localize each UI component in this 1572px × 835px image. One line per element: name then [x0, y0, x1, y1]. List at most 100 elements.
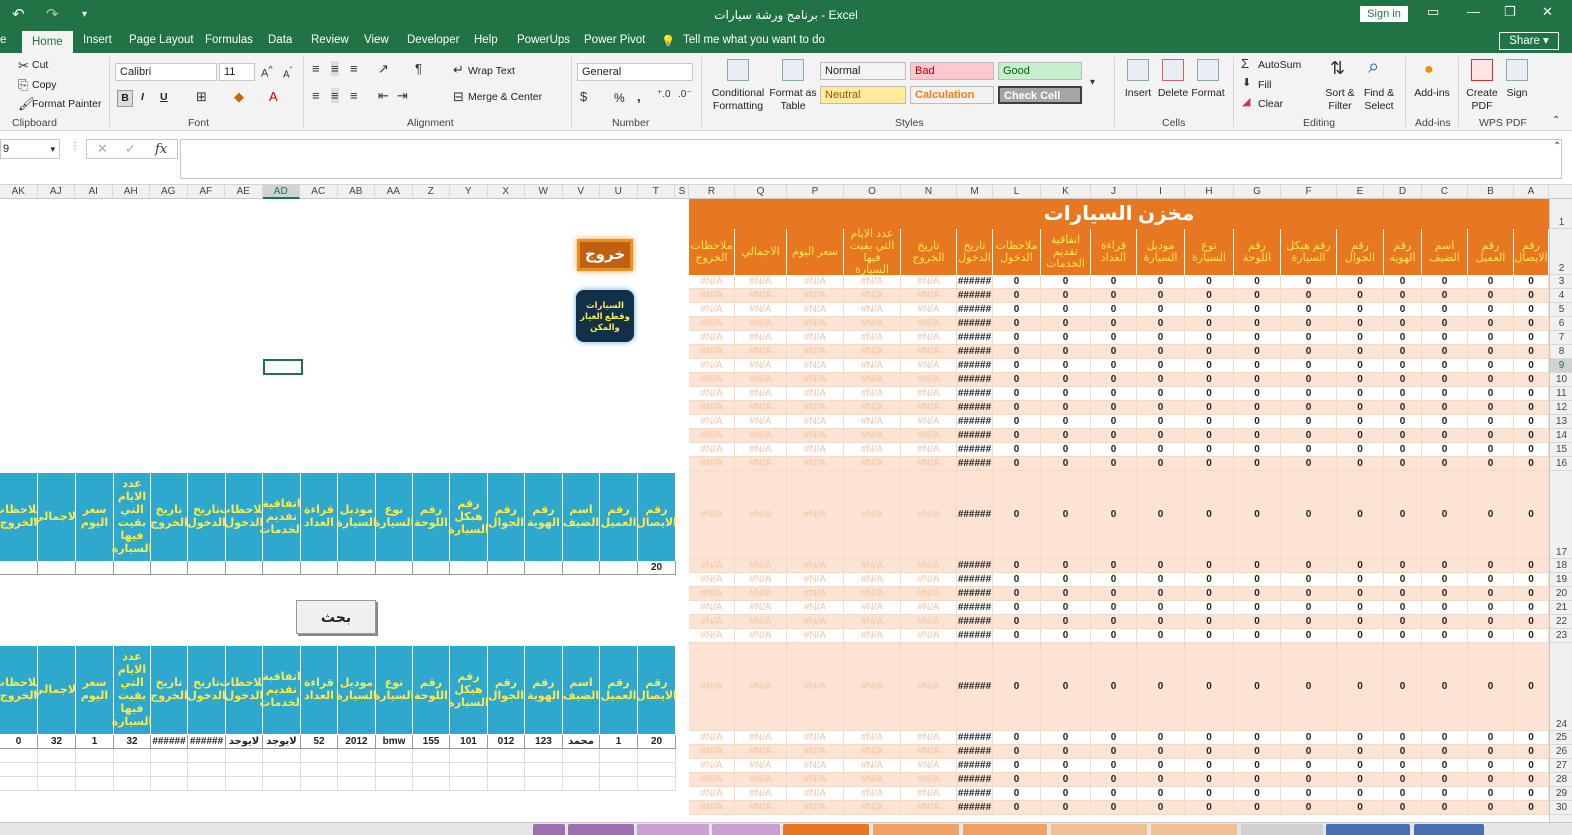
right-table-cell[interactable]: 0 — [1468, 331, 1514, 345]
left-table-cell[interactable] — [188, 763, 226, 777]
left-table-cell[interactable]: 101 — [450, 735, 488, 749]
left-table-cell[interactable] — [413, 561, 450, 575]
right-table-cell[interactable]: ###### — [957, 587, 993, 601]
left-table-cell[interactable] — [114, 561, 151, 575]
right-table-cell[interactable]: #N/A — [689, 629, 735, 643]
right-table-cell[interactable]: 0 — [1337, 303, 1384, 317]
right-table-cell[interactable]: 0 — [993, 401, 1041, 415]
right-table-cell[interactable]: 0 — [1185, 415, 1234, 429]
right-table-cell[interactable]: 0 — [1091, 317, 1137, 331]
row-header[interactable]: 3 — [1550, 275, 1572, 289]
right-table-cell[interactable]: #N/A — [787, 801, 844, 815]
right-table-cell[interactable]: #N/A — [735, 457, 787, 471]
right-table-cell[interactable]: 0 — [1281, 731, 1337, 745]
right-table-cell[interactable]: ###### — [957, 773, 993, 787]
right-table-cell[interactable]: #N/A — [735, 317, 787, 331]
decrease-decimal-icon[interactable]: .0⁻ — [678, 89, 692, 100]
right-table-cell[interactable]: #N/A — [689, 787, 735, 801]
right-table-cell[interactable]: #N/A — [689, 275, 735, 289]
left-table-cell[interactable] — [563, 763, 600, 777]
right-table-cell[interactable]: ###### — [957, 359, 993, 373]
right-table-cell[interactable]: 0 — [1281, 615, 1337, 629]
formula-input[interactable] — [180, 139, 1562, 179]
right-table-cell[interactable]: #N/A — [787, 773, 844, 787]
right-table-cell[interactable]: ###### — [957, 401, 993, 415]
right-table-cell[interactable]: 0 — [1137, 471, 1185, 559]
left-table-cell[interactable] — [413, 749, 450, 763]
right-table-cell[interactable]: #N/A — [901, 303, 957, 317]
right-table-cell[interactable]: 0 — [993, 787, 1041, 801]
right-table-cell[interactable]: #N/A — [901, 275, 957, 289]
right-table-cell[interactable]: 0 — [1422, 801, 1468, 815]
right-table-cell[interactable]: #N/A — [844, 373, 901, 387]
align-middle-icon[interactable]: ≡ — [331, 61, 339, 76]
right-table-cell[interactable]: 0 — [1281, 643, 1337, 731]
right-table-cell[interactable]: 0 — [993, 773, 1041, 787]
right-table-cell[interactable]: 0 — [1514, 303, 1549, 317]
right-table-cell[interactable]: 0 — [1234, 331, 1281, 345]
right-table-cell[interactable]: #N/A — [689, 471, 735, 559]
left-table-cell[interactable] — [563, 561, 600, 575]
right-table-cell[interactable]: #N/A — [787, 387, 844, 401]
column-header[interactable]: S — [676, 185, 689, 199]
column-header[interactable]: J — [1091, 185, 1137, 199]
right-table-cell[interactable]: 0 — [993, 443, 1041, 457]
right-table-cell[interactable]: 0 — [1091, 573, 1137, 587]
right-table-cell[interactable]: ###### — [957, 303, 993, 317]
right-table-cell[interactable]: 0 — [1337, 471, 1384, 559]
left-table-cell[interactable] — [488, 763, 525, 777]
right-table-cell[interactable]: #N/A — [901, 387, 957, 401]
left-table-cell[interactable] — [151, 777, 188, 791]
right-table-cell[interactable]: 0 — [1041, 745, 1091, 759]
right-table-cell[interactable]: 0 — [1091, 731, 1137, 745]
delete-cells-button[interactable]: Delete — [1153, 87, 1193, 100]
right-table-cell[interactable]: #N/A — [689, 643, 735, 731]
column-header[interactable]: M — [957, 185, 993, 199]
right-table-cell[interactable]: 0 — [1422, 275, 1468, 289]
right-table-cell[interactable]: 0 — [1337, 387, 1384, 401]
column-header[interactable]: I — [1137, 185, 1185, 199]
right-table-cell[interactable]: 0 — [1337, 787, 1384, 801]
right-table-cell[interactable]: 0 — [1137, 773, 1185, 787]
right-table-cell[interactable]: 0 — [1041, 303, 1091, 317]
column-header[interactable]: AG — [150, 185, 188, 199]
left-table-cell[interactable] — [450, 561, 488, 575]
right-table-cell[interactable]: #N/A — [844, 643, 901, 731]
right-table-cell[interactable]: 0 — [1281, 275, 1337, 289]
right-table-cell[interactable]: #N/A — [844, 275, 901, 289]
right-table-cell[interactable]: 0 — [1281, 289, 1337, 303]
right-table-cell[interactable]: 0 — [1384, 429, 1422, 443]
row-header[interactable]: 27 — [1550, 759, 1572, 773]
right-table-cell[interactable]: #N/A — [689, 615, 735, 629]
style-calculation[interactable]: Calculation — [910, 86, 994, 104]
right-table-cell[interactable]: #N/A — [844, 601, 901, 615]
right-table-cell[interactable]: #N/A — [787, 759, 844, 773]
right-table-cell[interactable]: #N/A — [735, 601, 787, 615]
right-table-cell[interactable]: 0 — [1337, 745, 1384, 759]
right-table-cell[interactable]: #N/A — [735, 415, 787, 429]
increase-indent-icon[interactable]: ⇥ — [397, 88, 408, 104]
right-table-cell[interactable]: 0 — [993, 573, 1041, 587]
row-header[interactable]: 24 — [1550, 643, 1572, 731]
row-header[interactable]: 2 — [1550, 229, 1572, 275]
right-table-cell[interactable]: #N/A — [689, 601, 735, 615]
right-table-cell[interactable]: 0 — [1234, 345, 1281, 359]
right-table-cell[interactable]: 0 — [1234, 289, 1281, 303]
right-table-cell[interactable]: 0 — [1234, 773, 1281, 787]
column-header[interactable]: Y — [450, 185, 488, 199]
right-table-cell[interactable]: 0 — [993, 317, 1041, 331]
row-header[interactable]: 28 — [1550, 773, 1572, 787]
left-table-cell[interactable] — [263, 561, 301, 575]
right-table-cell[interactable]: #N/A — [735, 615, 787, 629]
sheet-tab[interactable] — [1326, 824, 1410, 835]
right-table-cell[interactable]: 0 — [1041, 345, 1091, 359]
right-table-cell[interactable]: 0 — [1137, 303, 1185, 317]
right-table-cell[interactable]: 0 — [1041, 317, 1091, 331]
right-table-cell[interactable]: #N/A — [735, 629, 787, 643]
restore-icon[interactable]: ❐ — [1504, 4, 1516, 20]
right-table-cell[interactable]: #N/A — [689, 773, 735, 787]
right-table-cell[interactable]: #N/A — [787, 317, 844, 331]
tab-formulas[interactable]: Formulas — [205, 34, 253, 46]
right-table-cell[interactable]: 0 — [1422, 457, 1468, 471]
right-table-cell[interactable]: 0 — [1384, 457, 1422, 471]
